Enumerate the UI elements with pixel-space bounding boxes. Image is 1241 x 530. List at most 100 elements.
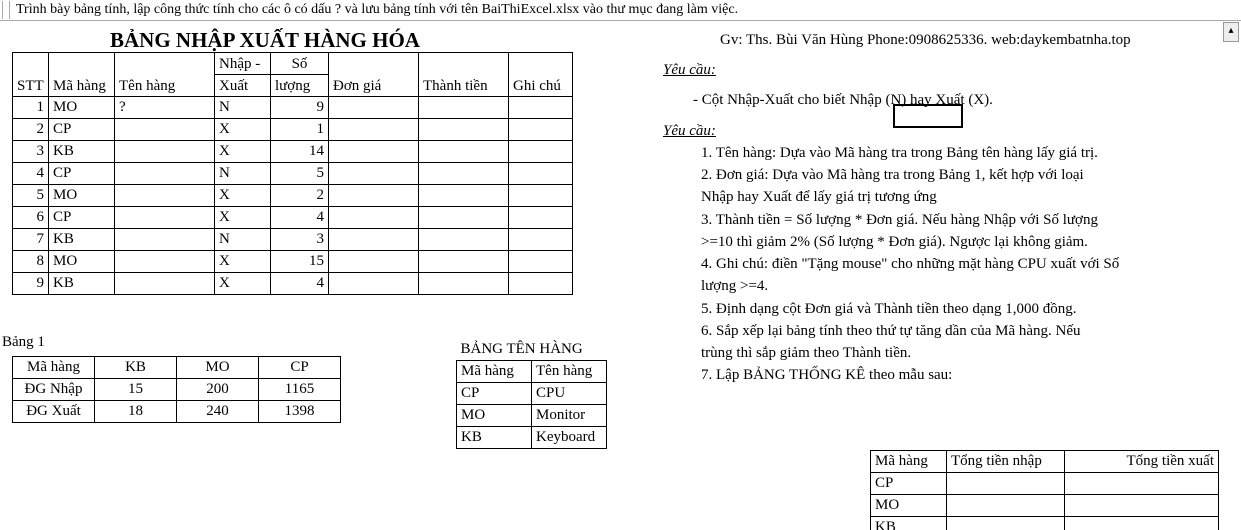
cell[interactable]: MO: [871, 495, 947, 517]
cell-gc[interactable]: [509, 141, 573, 163]
table-row[interactable]: 1MO?N9: [13, 97, 573, 119]
cell-tt[interactable]: [419, 141, 509, 163]
table-row[interactable]: 5MOX2: [13, 185, 573, 207]
cell-stt[interactable]: 3: [13, 141, 49, 163]
table-row[interactable]: CPCPU: [457, 382, 607, 404]
cell-stt[interactable]: 2: [13, 119, 49, 141]
hdr-sl2[interactable]: lượng: [271, 75, 329, 97]
cell-ten[interactable]: [115, 229, 215, 251]
cell-tt[interactable]: [419, 207, 509, 229]
cell-ma[interactable]: MO: [49, 251, 115, 273]
cell-gc[interactable]: [509, 119, 573, 141]
cell[interactable]: Keyboard: [532, 426, 607, 448]
b1-h2[interactable]: MO: [177, 357, 259, 379]
b1-h0[interactable]: Mã hàng: [13, 357, 95, 379]
main-table[interactable]: STT Mã hàng Tên hàng Nhập - Số Đơn giá T…: [12, 52, 573, 295]
cell-dg[interactable]: [329, 207, 419, 229]
cell-stt[interactable]: 8: [13, 251, 49, 273]
table-row[interactable]: 8MOX15: [13, 251, 573, 273]
cell-sl[interactable]: 14: [271, 141, 329, 163]
table-row[interactable]: MOMonitor: [457, 404, 607, 426]
cell-gc[interactable]: [509, 251, 573, 273]
formula-bar-text[interactable]: Trình bày bảng tính, lập công thức tính …: [10, 2, 738, 18]
cell-sl[interactable]: 3: [271, 229, 329, 251]
ten-hang-table[interactable]: BẢNG TÊN HÀNG Mã hàng Tên hàng CPCPUMOMo…: [456, 338, 607, 449]
tk-h2[interactable]: Tổng tiền xuất: [1065, 451, 1219, 473]
cell-sl[interactable]: 5: [271, 163, 329, 185]
cell-nx[interactable]: X: [215, 207, 271, 229]
table-row[interactable]: 2CP X1: [13, 119, 573, 141]
cell[interactable]: [1065, 517, 1219, 530]
cell-gc[interactable]: [509, 273, 573, 295]
cell-dg[interactable]: [329, 185, 419, 207]
cell-ma[interactable]: CP: [49, 163, 115, 185]
cell-ma[interactable]: CP: [49, 207, 115, 229]
hdr-gc[interactable]: Ghi chú: [509, 53, 573, 97]
cell-ten[interactable]: [115, 207, 215, 229]
cell-tt[interactable]: [419, 251, 509, 273]
cell-stt[interactable]: 7: [13, 229, 49, 251]
cell-stt[interactable]: 9: [13, 273, 49, 295]
cell-gc[interactable]: [509, 185, 573, 207]
cell[interactable]: CPU: [532, 382, 607, 404]
formula-bar[interactable]: Trình bày bảng tính, lập công thức tính …: [0, 0, 1241, 21]
cell-sl[interactable]: 4: [271, 273, 329, 295]
table-row[interactable]: KB: [871, 517, 1219, 530]
b1-r1-1[interactable]: 15: [95, 379, 177, 401]
b1-r1-0[interactable]: ĐG Nhập: [13, 379, 95, 401]
tk-h1[interactable]: Tổng tiền nhập: [947, 451, 1065, 473]
cell[interactable]: KB: [871, 517, 947, 530]
b1-r2-0[interactable]: ĐG Xuất: [13, 401, 95, 423]
table-row[interactable]: 3KBX14: [13, 141, 573, 163]
cell-gc[interactable]: [509, 207, 573, 229]
cell-tt[interactable]: [419, 163, 509, 185]
cell-nx[interactable]: N: [215, 163, 271, 185]
table-row[interactable]: MO: [871, 495, 1219, 517]
cell-ten[interactable]: [115, 141, 215, 163]
cell-dg[interactable]: [329, 229, 419, 251]
cell-ma[interactable]: KB: [49, 229, 115, 251]
hdr-nx2[interactable]: Xuất: [215, 75, 271, 97]
cell-ma[interactable]: MO: [49, 97, 115, 119]
b1-r1-2[interactable]: 200: [177, 379, 259, 401]
cell-ma[interactable]: CP: [49, 119, 115, 141]
cell[interactable]: [947, 473, 1065, 495]
cell-sl[interactable]: 15: [271, 251, 329, 273]
cell-gc[interactable]: [509, 97, 573, 119]
tk-h0[interactable]: Mã hàng: [871, 451, 947, 473]
cell-nx[interactable]: X: [215, 119, 271, 141]
cell[interactable]: [947, 495, 1065, 517]
table-row[interactable]: CP: [871, 473, 1219, 495]
hdr-tt[interactable]: Thành tiền: [419, 53, 509, 97]
cell-stt[interactable]: 1: [13, 97, 49, 119]
scroll-up-icon[interactable]: ▴: [1223, 22, 1239, 42]
cell-dg[interactable]: [329, 163, 419, 185]
cell-nx[interactable]: N: [215, 229, 271, 251]
cell-sl[interactable]: 1: [271, 119, 329, 141]
cell-sl[interactable]: 2: [271, 185, 329, 207]
cell[interactable]: KB: [457, 426, 532, 448]
hdr-nx1[interactable]: Nhập -: [215, 53, 271, 75]
b1-r2-2[interactable]: 240: [177, 401, 259, 423]
cell-stt[interactable]: 5: [13, 185, 49, 207]
b1-h1[interactable]: KB: [95, 357, 177, 379]
cell[interactable]: MO: [457, 404, 532, 426]
cell-tt[interactable]: [419, 185, 509, 207]
b1-r2-1[interactable]: 18: [95, 401, 177, 423]
table-row[interactable]: KBKeyboard: [457, 426, 607, 448]
cell-dg[interactable]: [329, 97, 419, 119]
th-h1[interactable]: Tên hàng: [532, 360, 607, 382]
cell-nx[interactable]: X: [215, 141, 271, 163]
cell-dg[interactable]: [329, 119, 419, 141]
cell-stt[interactable]: 6: [13, 207, 49, 229]
cell-tt[interactable]: [419, 229, 509, 251]
cell[interactable]: CP: [457, 382, 532, 404]
cell-sl[interactable]: 9: [271, 97, 329, 119]
cell[interactable]: CP: [871, 473, 947, 495]
cell-dg[interactable]: [329, 141, 419, 163]
cell-gc[interactable]: [509, 163, 573, 185]
cell-nx[interactable]: N: [215, 97, 271, 119]
table-row[interactable]: 9KBX4: [13, 273, 573, 295]
cell-ten[interactable]: [115, 273, 215, 295]
cell-dg[interactable]: [329, 273, 419, 295]
